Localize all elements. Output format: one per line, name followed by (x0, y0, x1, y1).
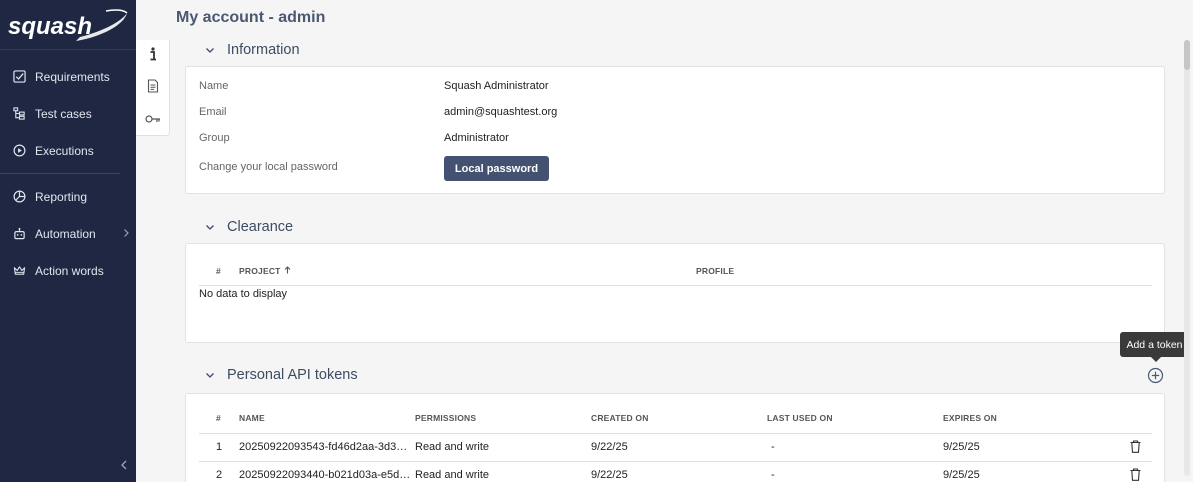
token-last-used: - (771, 469, 775, 481)
sidebar-item-label: Test cases (35, 106, 92, 121)
section-title: Information (227, 42, 300, 58)
local-password-button[interactable]: Local password (444, 156, 549, 181)
plus-circle-icon (1147, 367, 1164, 388)
token-expires: 9/25/25 (943, 469, 980, 481)
information-section-toggle[interactable]: Information (205, 42, 300, 58)
empty-message: No data to display (199, 288, 288, 300)
scrollbar-thumb[interactable] (1184, 40, 1190, 70)
token-name: 20250922093543-fd46d2aa-3d3… (239, 441, 408, 453)
column-header-permissions[interactable]: PERMISSIONS (415, 413, 476, 423)
chevron-down-icon (205, 219, 215, 235)
tokens-section-toggle[interactable]: Personal API tokens (205, 367, 358, 383)
column-header-created[interactable]: CREATED ON (591, 413, 649, 423)
sidebar-nav: Requirements Test cases Executions Repor… (0, 50, 136, 289)
table-divider (199, 433, 1152, 434)
sidebar-item-label: Executions (35, 143, 94, 158)
tab-document[interactable] (136, 72, 169, 104)
column-header-expires[interactable]: EXPIRES ON (943, 413, 997, 423)
chevron-down-icon (205, 367, 215, 383)
collapse-sidebar-icon[interactable] (119, 458, 129, 476)
account-side-tabs (136, 40, 170, 136)
info-icon (148, 46, 158, 66)
tab-api-tokens[interactable] (136, 104, 169, 136)
sidebar-item-label: Action words (35, 263, 104, 278)
token-permissions: Read and write (415, 441, 489, 453)
tab-information[interactable] (136, 40, 169, 72)
name-value: Squash Administrator (444, 80, 549, 92)
column-header-index: # (216, 266, 221, 276)
column-header-profile[interactable]: PROFILE (696, 266, 734, 276)
column-header-last-used[interactable]: LAST USED ON (767, 413, 833, 423)
name-label: Name (199, 80, 229, 92)
crown-icon (12, 264, 26, 278)
pie-chart-icon (12, 190, 26, 204)
column-header-project[interactable]: PROJECT (239, 266, 291, 276)
sidebar-divider (0, 173, 120, 174)
sidebar-item-test-cases[interactable]: Test cases (0, 95, 136, 132)
group-value: Administrator (444, 132, 509, 144)
sort-ascending-icon (284, 266, 291, 276)
add-token-tooltip: Add a token (1120, 332, 1189, 362)
token-permissions: Read and write (415, 469, 489, 481)
column-header-label: PROJECT (239, 266, 281, 276)
sidebar-item-label: Requirements (35, 69, 110, 84)
main-scrollbar[interactable] (1184, 40, 1190, 476)
play-circle-icon (12, 144, 26, 158)
document-icon (147, 78, 159, 98)
row-index: 1 (216, 441, 223, 453)
sidebar-item-requirements[interactable]: Requirements (0, 58, 136, 95)
key-icon (144, 111, 161, 129)
add-token-button[interactable] (1147, 367, 1164, 384)
sidebar-item-executions[interactable]: Executions (0, 132, 136, 169)
information-card: Name Squash Administrator Email admin@sq… (185, 66, 1165, 194)
chevron-right-icon (123, 227, 130, 241)
chevron-down-icon (205, 42, 215, 58)
token-name: 20250922093440-b021d03a-e5d… (239, 469, 411, 481)
tokens-card: # NAME PERMISSIONS CREATED ON LAST USED … (185, 393, 1165, 482)
sidebar-item-automation[interactable]: Automation (0, 215, 136, 252)
token-created: 9/22/25 (591, 441, 628, 453)
row-index: 2 (216, 469, 223, 481)
section-title: Personal API tokens (227, 367, 358, 383)
table-divider (199, 461, 1152, 462)
sidebar-item-reporting[interactable]: Reporting (0, 178, 136, 215)
robot-icon (12, 227, 26, 241)
clearance-section-toggle[interactable]: Clearance (205, 219, 293, 235)
tree-icon (12, 107, 26, 121)
main-sidebar: squash Requirements Test cases Execution… (0, 0, 136, 482)
email-label: Email (199, 106, 227, 118)
squash-logo[interactable]: squash (0, 0, 136, 50)
token-last-used: - (771, 441, 775, 453)
trash-icon[interactable] (1130, 468, 1141, 482)
sidebar-item-action-words[interactable]: Action words (0, 252, 136, 289)
checkbox-icon (12, 70, 26, 84)
clearance-card: # PROJECT PROFILE No data to display (185, 243, 1165, 343)
column-header-name[interactable]: NAME (239, 413, 265, 423)
page-title: My account - admin (176, 9, 326, 26)
section-title: Clearance (227, 219, 294, 235)
sidebar-item-label: Automation (35, 226, 96, 241)
svg-text:squash: squash (8, 13, 92, 40)
email-value: admin@squashtest.org (444, 106, 558, 118)
token-created: 9/22/25 (591, 469, 628, 481)
group-label: Group (199, 132, 230, 144)
column-header-index: # (216, 413, 221, 423)
table-divider (199, 285, 1152, 286)
sidebar-item-label: Reporting (35, 189, 88, 204)
token-expires: 9/25/25 (943, 441, 980, 453)
trash-icon[interactable] (1130, 440, 1141, 458)
password-label: Change your local password (199, 161, 338, 173)
